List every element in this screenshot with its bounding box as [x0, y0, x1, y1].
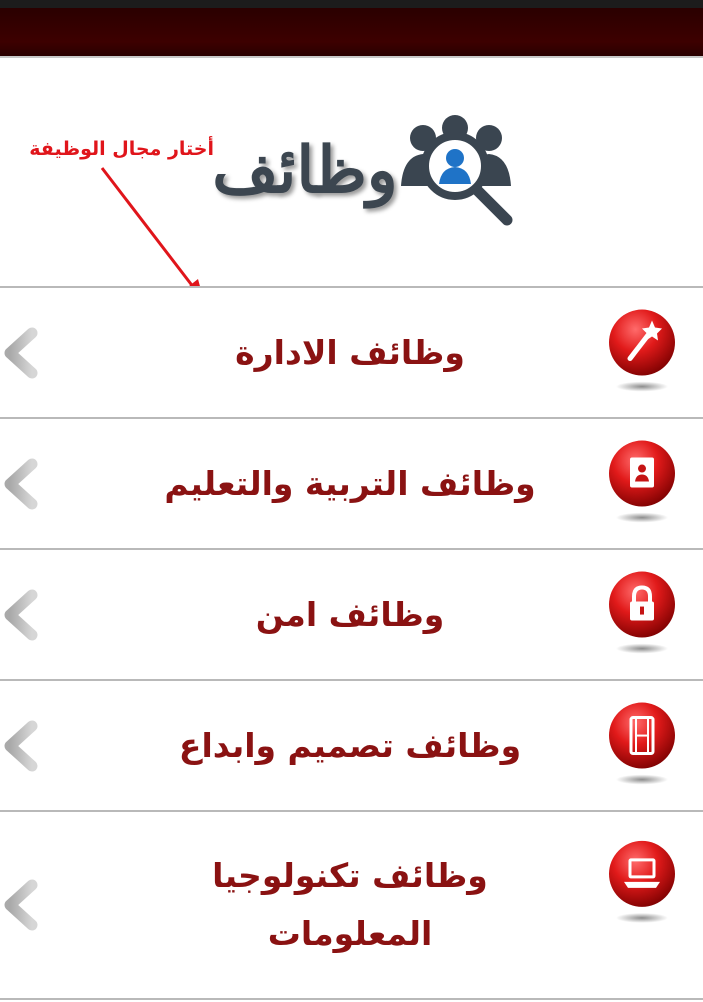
people-search-icon: [401, 115, 513, 226]
chevron-left-icon: [4, 327, 38, 378]
category-item-education[interactable]: وظائف التربية والتعليم: [0, 419, 703, 550]
film-icon: [609, 702, 675, 785]
category-item-management[interactable]: وظائف الادارة: [0, 288, 703, 419]
category-item-it[interactable]: وظائف تكنولوجيا المعلومات: [0, 812, 703, 1000]
status-bar: [0, 0, 703, 8]
category-label: وظائف الادارة: [235, 332, 465, 372]
app-bar: [0, 8, 703, 58]
chevron-left-icon: [4, 879, 38, 931]
laptop-icon: [609, 840, 675, 923]
logo-text: وظائف: [212, 133, 398, 208]
category-label: وظائف امن: [255, 594, 445, 634]
category-item-design[interactable]: وظائف تصميم وابداع: [0, 681, 703, 812]
magic-wand-icon: [609, 309, 675, 392]
category-label: وظائف تكنولوجيا المعلومات: [212, 856, 488, 953]
chevron-left-icon: [4, 458, 38, 509]
category-list: وظائف الادارة وظائف التربية والتعليم وظا…: [0, 286, 703, 1002]
chevron-left-icon: [4, 589, 38, 640]
category-label: وظائف تصميم وابداع: [178, 725, 522, 765]
category-label: وظائف التربية والتعليم: [164, 463, 536, 503]
address-book-icon: [609, 440, 675, 523]
annotation-text: أختار مجال الوظيفة: [29, 138, 214, 160]
app-logo: وظائف: [205, 108, 515, 228]
chevron-left-icon: [4, 720, 38, 771]
category-item-security[interactable]: وظائف امن: [0, 550, 703, 681]
lock-icon: [609, 571, 675, 654]
